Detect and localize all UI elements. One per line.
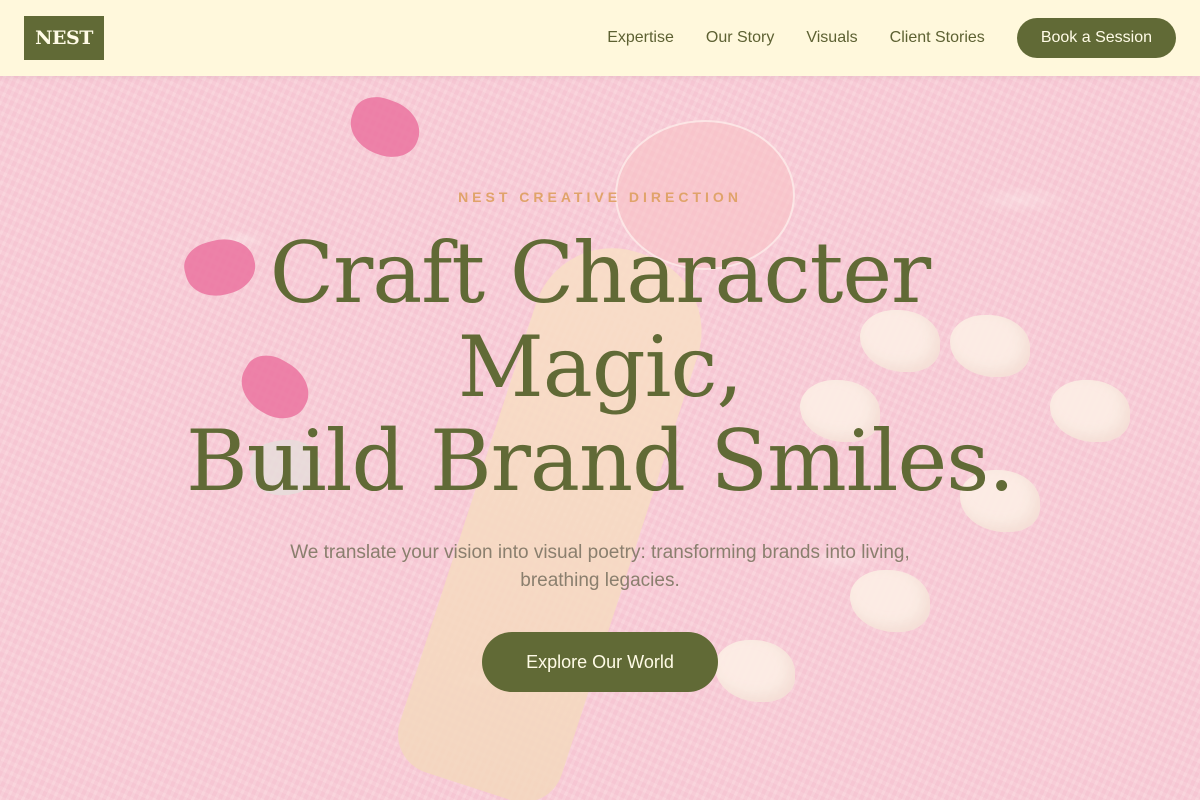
- nav-link-our-story[interactable]: Our Story: [706, 29, 774, 47]
- main-nav: Expertise Our Story Visuals Client Stori…: [575, 18, 1176, 58]
- book-session-button[interactable]: Book a Session: [1016, 18, 1176, 58]
- headline-line-1: Craft Character: [269, 224, 931, 322]
- nav-link-client-stories[interactable]: Client Stories: [890, 29, 985, 47]
- hero-eyebrow: NEST CREATIVE DIRECTION: [458, 189, 742, 205]
- hero-section: NEST CREATIVE DIRECTION Craft Character …: [0, 76, 1200, 800]
- logo[interactable]: NEST: [24, 16, 104, 60]
- site-header: NEST Expertise Our Story Visuals Client …: [0, 0, 1200, 76]
- explore-button[interactable]: Explore Our World: [482, 632, 718, 692]
- nav-link-expertise[interactable]: Expertise: [607, 29, 674, 47]
- hero-subtitle: We translate your vision into visual poe…: [290, 542, 910, 591]
- nav-link-visuals[interactable]: Visuals: [806, 29, 857, 47]
- headline-line-3: Build Brand Smiles.: [185, 412, 1015, 510]
- hero-headline: Craft Character Magic, Build Brand Smile…: [100, 226, 1100, 508]
- headline-line-2: Magic,: [457, 318, 743, 416]
